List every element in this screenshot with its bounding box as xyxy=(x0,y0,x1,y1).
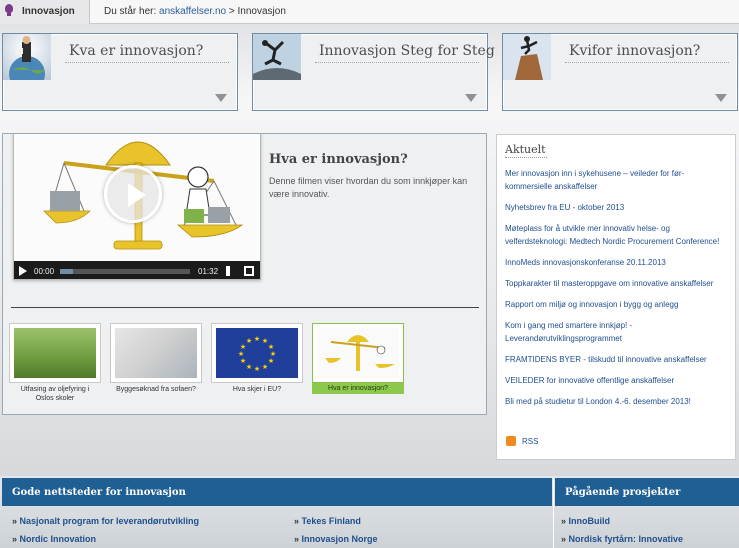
video-title: Hva er innovasjon? xyxy=(269,152,408,167)
volume-icon[interactable] xyxy=(226,266,236,276)
thumbnail-image-children-in-park xyxy=(14,328,96,378)
fullscreen-icon[interactable] xyxy=(244,266,254,276)
news-item-link[interactable]: InnoMeds innovasjonskonferanse 20.11.201… xyxy=(505,256,731,269)
video-thumbnail-list: Utfasing av oljefyring i Oslos skoler By… xyxy=(9,323,479,403)
svg-text:★: ★ xyxy=(246,337,252,345)
news-item-link[interactable]: Nyhetsbrev fra EU - oktober 2013 xyxy=(505,201,731,214)
section-divider xyxy=(11,307,479,308)
footer-link[interactable]: Tekes Finland xyxy=(294,516,361,526)
video-player[interactable]: 00:00 01:32 xyxy=(13,134,261,280)
breadcrumb-home-link[interactable]: anskaffelser.no xyxy=(159,6,226,17)
news-item-link[interactable]: Møteplass for å utvikle mer innovativ he… xyxy=(505,222,731,248)
top-bar: Innovasjon Du står her: anskaffelser.no … xyxy=(0,0,739,24)
video-thumbnail[interactable]: Byggesøknad fra sofaen? xyxy=(110,323,202,394)
video-thumbnail[interactable]: Utfasing av oljefyring i Oslos skoler xyxy=(9,323,101,403)
lightbulb-icon xyxy=(5,4,13,16)
promo-title-underline xyxy=(65,62,229,63)
news-heading-underline xyxy=(505,157,547,158)
section-tab-label: Innovasjon xyxy=(22,6,75,17)
svg-text:★: ★ xyxy=(254,365,260,373)
footer-link[interactable]: Nordisk fyrtårn: Innovative xyxy=(561,534,684,544)
breadcrumb-separator: > xyxy=(228,6,235,17)
promo-title: Innovasjon Steg for Steg xyxy=(319,43,495,59)
news-item-link[interactable]: Kom i gang med smartere innkjøp! - Lever… xyxy=(505,319,731,345)
thumbnail-frame: ★ ★ ★ ★ ★ ★ ★ ★ ★ ★ ★ ★ xyxy=(211,323,303,383)
news-panel: Aktuelt Mer innovasjon inn i sykehusene … xyxy=(496,134,736,460)
rss-link[interactable]: RSS xyxy=(506,436,538,446)
svg-text:★: ★ xyxy=(254,335,260,343)
footer-heading-projects-label: Pågående prosjekter xyxy=(565,487,681,498)
news-item-link[interactable]: FRAMTIDENS BYER - tilskudd til innovativ… xyxy=(505,353,731,366)
news-item-link[interactable]: VEILEDER for innovative offentlige anska… xyxy=(505,374,731,387)
seek-bar-buffered xyxy=(60,269,73,274)
footer-link[interactable]: InnoBuild xyxy=(561,516,611,526)
thumbnail-caption: Hva skjer i EU? xyxy=(232,386,282,393)
footer-link[interactable]: Nasjonalt program for leverandørutviklin… xyxy=(12,516,200,526)
duration: 01:32 xyxy=(198,267,219,276)
promo-image-person-on-globe xyxy=(3,34,51,80)
footer-heading-projects: Pågående prosjekter xyxy=(555,478,739,506)
svg-text:★: ★ xyxy=(262,363,268,371)
news-item-link[interactable]: Mer innovasjon inn i sykehusene – veiled… xyxy=(505,167,731,193)
breadcrumb-prefix: Du står her: xyxy=(104,6,157,17)
promo-kva-er-innovasjon[interactable]: Kva er innovasjon? xyxy=(2,33,238,111)
news-item-link[interactable]: Bli med på studietur til London 4.-6. de… xyxy=(505,395,731,408)
breadcrumb-current: Innovasjon xyxy=(237,6,286,17)
footer-heading-websites-label: Gode nettsteder for innovasjon xyxy=(12,487,186,498)
news-heading: Aktuelt xyxy=(505,143,546,156)
video-description: Denne filmen viser hvordan du som innkjø… xyxy=(269,176,468,199)
video-thumbnail[interactable]: ★ ★ ★ ★ ★ ★ ★ ★ ★ ★ ★ ★ Hva skjer i EU? xyxy=(211,323,303,394)
footer-separator xyxy=(553,478,554,548)
video-thumbnail-active[interactable]: Hva er innovasjon? xyxy=(312,323,404,394)
footer-link[interactable]: Innovasjon Norge xyxy=(294,534,378,544)
current-time: 00:00 xyxy=(34,267,55,276)
svg-text:★: ★ xyxy=(268,357,274,365)
promo-title: Kva er innovasjon? xyxy=(69,43,204,59)
thumbnail-caption: Hva er innovasjon? xyxy=(312,383,404,394)
thumbnail-image-eu-flag: ★ ★ ★ ★ ★ ★ ★ ★ ★ ★ ★ ★ xyxy=(216,328,298,378)
svg-text:★: ★ xyxy=(238,350,244,358)
promo-image-jumping-person xyxy=(253,34,301,80)
section-tab[interactable]: Innovasjon xyxy=(0,0,90,24)
promo-title-underline xyxy=(315,62,479,63)
thumbnail-image-balance-scale xyxy=(317,328,399,378)
seek-bar[interactable] xyxy=(60,269,190,274)
promo-title-underline xyxy=(565,62,729,63)
chevron-down-icon[interactable] xyxy=(715,94,727,102)
news-list: Mer innovasjon inn i sykehusene – veiled… xyxy=(505,167,731,416)
rss-icon xyxy=(506,436,516,446)
play-icon[interactable] xyxy=(19,266,27,276)
video-controls: 00:00 01:32 xyxy=(14,261,260,279)
breadcrumb: Du står her: anskaffelser.no > Innovasjo… xyxy=(104,6,286,17)
thumbnail-caption: Byggesøknad fra sofaen? xyxy=(116,386,196,393)
promo-innovasjon-steg-for-steg[interactable]: Innovasjon Steg for Steg xyxy=(252,33,495,111)
footer-link[interactable]: Nordic Innovation xyxy=(12,534,97,544)
thumbnail-frame xyxy=(110,323,202,383)
play-overlay-button[interactable] xyxy=(104,165,162,223)
footer-heading-websites: Gode nettsteder for innovasjon xyxy=(2,478,552,506)
news-item-link[interactable]: Rapport om miljø og innovasjon i bygg og… xyxy=(505,298,731,311)
rss-label: RSS xyxy=(522,437,539,446)
video-panel: 00:00 01:32 Hva er innovasjon? Denne fil… xyxy=(2,133,487,415)
thumbnail-caption: Utfasing av oljefyring i Oslos skoler xyxy=(20,386,90,402)
news-item-link[interactable]: Toppkarakter til masteroppgave om innova… xyxy=(505,277,731,290)
svg-text:★: ★ xyxy=(240,357,246,365)
thumbnail-frame xyxy=(9,323,101,383)
thumbnail-frame xyxy=(312,323,404,383)
promo-title: Kvifor innovasjon? xyxy=(569,43,701,59)
thumbnail-image-man-with-laptop xyxy=(115,328,197,378)
svg-text:★: ★ xyxy=(246,363,252,371)
promo-kvifor-innovasjon[interactable]: Kvifor innovasjon? xyxy=(502,33,738,111)
promo-image-person-on-rock xyxy=(503,34,551,80)
chevron-down-icon[interactable] xyxy=(215,94,227,102)
chevron-down-icon[interactable] xyxy=(465,94,477,102)
